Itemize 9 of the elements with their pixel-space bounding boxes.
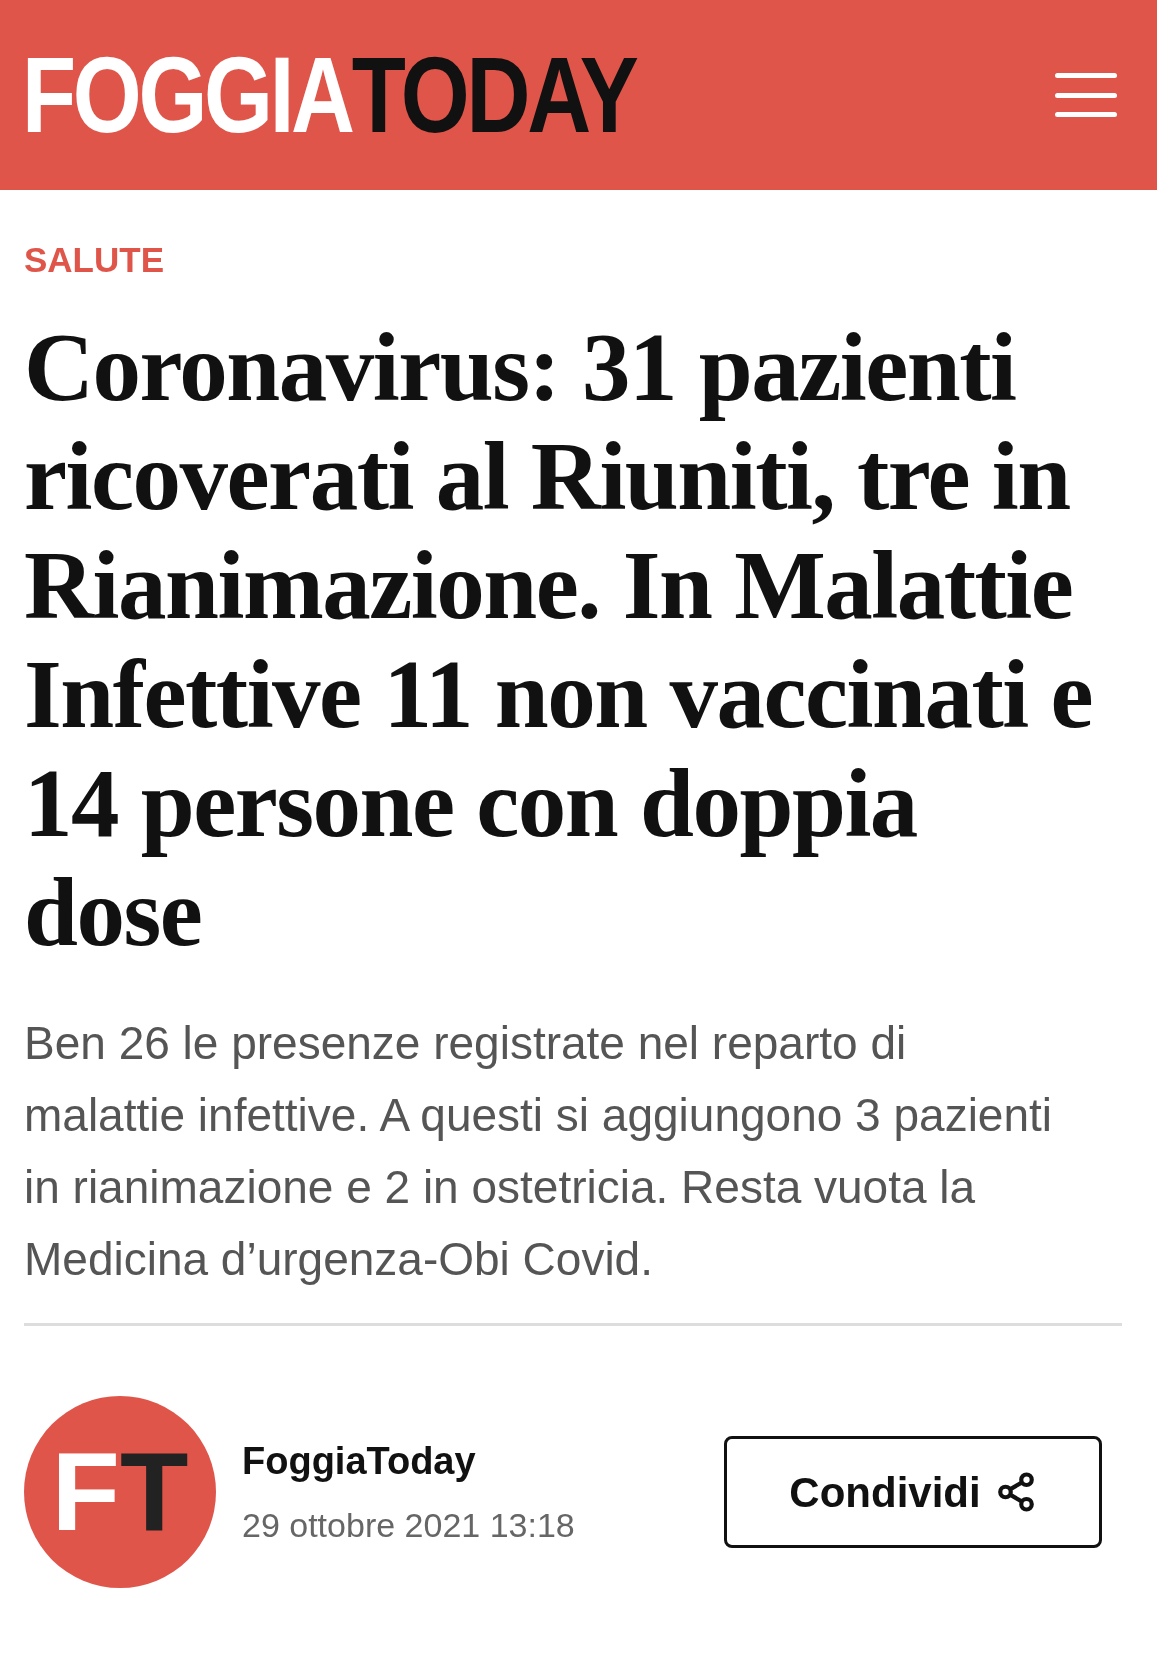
menu-button[interactable] bbox=[1055, 73, 1117, 117]
article-summary: Ben 26 le presenze registrate nel reparto di malattie infettive. A questi si aggiungono 3 pazienti in rianimazione e 2 in ostetricia. Resta vuota la Medicina d’urgenza-Obi Covid. bbox=[24, 1016, 1053, 1287]
article-title: Coronavirus: 31 pazienti ricoverati al Riuniti, tre in Rianimazione. In Malattie Infettive 11 non vaccinati e 14 persone con doppia dose bbox=[24, 313, 1093, 967]
author-avatar: FT bbox=[24, 1396, 216, 1588]
author-name[interactable]: FoggiaToday bbox=[242, 1438, 712, 1486]
share-button[interactable]: Condividi bbox=[724, 1436, 1102, 1548]
site-logo[interactable]: FOGGIATODAY bbox=[22, 41, 636, 149]
category-label[interactable]: SALUTE bbox=[24, 242, 1146, 277]
publish-date: 29 ottobre 2021 13:18 bbox=[242, 1504, 576, 1546]
